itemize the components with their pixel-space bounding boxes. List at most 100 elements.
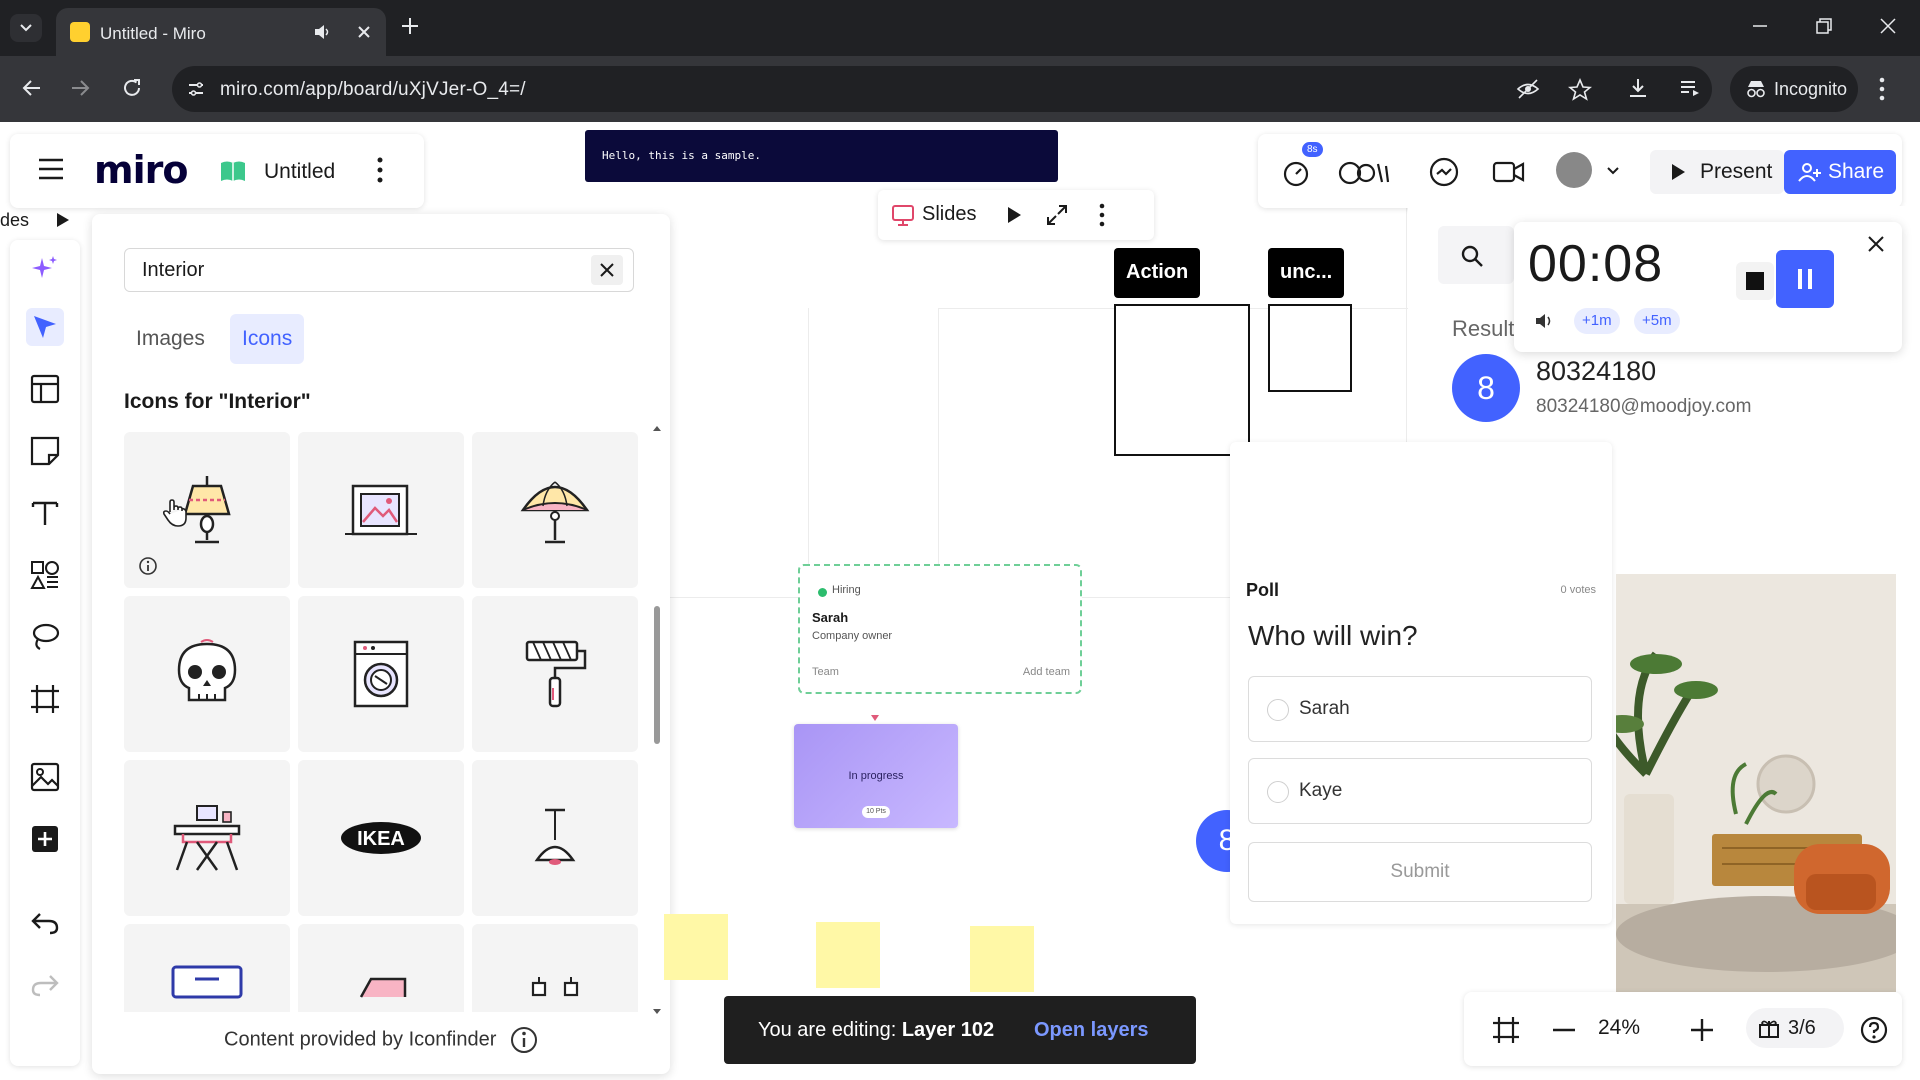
chevron-down-icon[interactable] [1606,166,1620,176]
unc-box[interactable] [1268,304,1352,392]
poll-option[interactable]: Kaye [1248,758,1592,824]
volume-icon[interactable] [1534,312,1556,330]
tab-images[interactable]: Images [124,314,217,364]
address-bar[interactable]: miro.com/app/board/uXjVJer-O_4=/ [172,66,1712,112]
sticky-note[interactable] [664,914,728,980]
pages-indicator[interactable]: 3/6 [1746,1008,1844,1048]
poll-radio[interactable] [1267,781,1289,803]
templates-tool[interactable] [26,370,64,408]
text-tool[interactable] [26,494,64,532]
miro-logo[interactable]: miro [94,148,188,192]
sticky-note[interactable] [970,926,1034,992]
tab-search-button[interactable] [10,14,42,42]
zoom-out-icon[interactable] [1552,1028,1576,1032]
zoom-in-icon[interactable] [1690,1018,1714,1042]
poll-option[interactable]: Sarah [1248,676,1592,742]
add-1m-chip[interactable]: +1m [1574,308,1620,334]
icon-result[interactable] [124,924,290,1012]
info-icon[interactable] [138,556,158,576]
code-sample-box[interactable]: Hello, this is a sample. [585,130,1058,182]
stop-timer-button[interactable] [1736,262,1774,300]
ai-sparkle-tool[interactable] [26,250,64,288]
new-tab-icon[interactable] [398,14,422,38]
incognito-badge[interactable]: Incognito [1730,66,1858,112]
action-box[interactable] [1114,304,1250,456]
icon-result[interactable] [124,432,290,588]
poll-radio[interactable] [1267,699,1289,721]
browser-menu-icon[interactable] [1878,76,1886,102]
help-icon[interactable] [1860,1016,1888,1044]
play-icon[interactable] [56,212,70,228]
icon-result[interactable] [298,924,464,1012]
icon-result[interactable] [124,596,290,752]
open-layers-link[interactable]: Open layers [1034,1019,1149,1042]
info-icon[interactable] [510,1026,538,1054]
icon-result[interactable]: IKEA [298,760,464,916]
scroll-up-icon[interactable] [652,424,662,432]
window-close-icon[interactable] [1876,14,1900,38]
present-button[interactable]: Present [1650,150,1784,194]
icon-result[interactable] [472,596,638,752]
video-call-icon[interactable] [1492,156,1526,188]
icon-result[interactable] [124,760,290,916]
board-canvas[interactable]: miro Untitled Hello, this is a sample. 8… [0,122,1920,1080]
site-settings-icon[interactable] [186,79,206,99]
tab-icons[interactable]: Icons [230,314,305,364]
lasso-tool[interactable] [26,618,64,656]
eye-off-icon[interactable] [1516,78,1540,100]
slides-label[interactable]: Slides [922,203,976,226]
in-progress-card[interactable]: In progress 10 Pts [794,724,958,828]
fullscreen-icon[interactable] [1046,204,1068,226]
board-name[interactable]: Untitled [264,160,335,184]
upload-image-tool[interactable] [26,758,64,796]
speaker-icon[interactable] [312,22,332,42]
shapes-tool[interactable] [26,556,64,594]
icon-result[interactable] [472,760,638,916]
slides-more-icon[interactable] [1098,202,1106,228]
board-more-icon[interactable] [376,156,384,184]
back-icon[interactable] [20,76,44,100]
results-search[interactable] [1438,226,1514,284]
fit-frame-icon[interactable] [1492,1016,1520,1044]
clear-search-button[interactable] [591,255,623,285]
unc-label[interactable]: unc... [1268,248,1345,298]
tab-close-icon[interactable] [354,22,374,42]
pause-timer-button[interactable] [1776,250,1834,308]
reactions-icon[interactable] [1338,156,1394,188]
frame-tool[interactable] [26,680,64,718]
download-icon[interactable] [1626,76,1650,100]
minimize-icon[interactable] [1748,14,1772,38]
result-user-name[interactable]: 80324180 [1536,356,1656,387]
panel-scrollbar[interactable] [653,426,661,1014]
browser-tab[interactable]: Untitled - Miro [56,8,386,56]
chat-icon[interactable] [1428,156,1460,188]
scroll-down-icon[interactable] [652,1008,662,1016]
poll-submit-button[interactable]: Submit [1248,842,1592,902]
main-menu-icon[interactable] [38,158,64,180]
add-5m-chip[interactable]: +5m [1634,308,1680,334]
sticky-note-tool[interactable] [26,432,64,470]
undo-tool[interactable] [26,904,64,942]
restore-icon[interactable] [1812,14,1836,38]
close-icon[interactable] [1866,234,1886,254]
more-apps-tool[interactable] [26,820,64,858]
icon-result[interactable] [472,924,638,1012]
reload-icon[interactable] [120,76,144,100]
timer-icon[interactable] [1280,156,1312,188]
play-icon[interactable] [1006,206,1022,224]
icon-result[interactable] [298,596,464,752]
scroll-thumb[interactable] [654,606,660,744]
select-tool[interactable] [26,308,64,346]
media-control-icon[interactable] [1678,76,1702,100]
hiring-card[interactable]: Hiring Sarah Company owner Team Add team [798,564,1082,694]
redo-tool[interactable] [26,966,64,1004]
icon-result[interactable] [298,432,464,588]
sticky-note[interactable] [816,922,880,988]
action-label[interactable]: Action [1114,248,1201,298]
star-icon[interactable] [1568,78,1592,102]
forward-icon[interactable] [68,76,92,100]
add-team-link[interactable]: Add team [1023,666,1070,678]
share-button[interactable]: Share [1784,150,1896,194]
icon-result[interactable] [472,432,638,588]
user-avatar[interactable] [1556,152,1592,188]
